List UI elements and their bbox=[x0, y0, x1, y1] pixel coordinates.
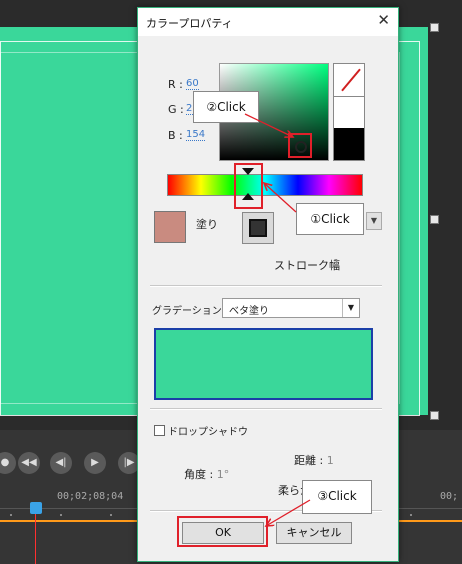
drop-shadow-label: ドロップシャドウ bbox=[168, 427, 248, 438]
red-label: R : bbox=[168, 78, 183, 91]
ruler-tick bbox=[410, 514, 412, 516]
playhead-line bbox=[35, 514, 36, 564]
annotation-box-ok-button bbox=[177, 516, 268, 547]
ruler-tick bbox=[110, 514, 112, 516]
drop-shadow-checkbox[interactable] bbox=[154, 425, 165, 436]
annotation-box-color-cursor bbox=[288, 133, 312, 158]
gradient-select[interactable]: べタ塗り ▼ bbox=[222, 298, 360, 318]
no-color-swatch[interactable] bbox=[334, 64, 364, 97]
resize-handle[interactable] bbox=[430, 23, 439, 32]
green-label: G : bbox=[168, 103, 184, 116]
close-icon[interactable]: ✕ bbox=[377, 11, 390, 29]
gradient-label: グラデーション bbox=[152, 306, 222, 317]
stroke-width-value[interactable]: 1 bbox=[333, 257, 340, 270]
ruler-tick bbox=[60, 514, 62, 516]
playhead-handle[interactable] bbox=[30, 502, 42, 514]
chevron-down-icon[interactable]: ▼ bbox=[342, 299, 359, 317]
annotation-box-hue-marker bbox=[234, 163, 263, 209]
fill-label: 塗り bbox=[196, 218, 218, 231]
blue-value[interactable]: 154 bbox=[186, 129, 206, 141]
distance-value[interactable]: 1 bbox=[327, 454, 334, 467]
dialog-title: カラープロパティ bbox=[146, 17, 233, 30]
step-back-icon[interactable]: ◀| bbox=[50, 452, 72, 474]
gradient-selected-value: べタ塗り bbox=[229, 306, 269, 317]
angle-value[interactable]: 1° bbox=[217, 468, 230, 481]
blue-label: B : bbox=[168, 129, 183, 142]
annotation-label-click3: ③Click bbox=[302, 480, 372, 514]
timecode-label: 00; bbox=[440, 491, 459, 502]
previous-icon[interactable]: ● bbox=[0, 452, 16, 474]
angle-label-text: 角度 : bbox=[184, 468, 214, 481]
resize-handle[interactable] bbox=[430, 411, 439, 420]
fill-style-button[interactable] bbox=[242, 212, 274, 244]
angle-label: 角度 : 1° bbox=[184, 466, 229, 482]
distance-label: 距離 : 1 bbox=[294, 452, 334, 468]
divider bbox=[150, 285, 382, 287]
color-properties-dialog: カラープロパティ ✕ R : 60 G : 215 B : 154 塗り ▼ ス… bbox=[137, 7, 399, 562]
preset-swatches bbox=[333, 63, 365, 161]
chevron-down-icon[interactable]: ▼ bbox=[366, 212, 382, 230]
distance-label-text: 距離 : bbox=[294, 454, 324, 467]
divider bbox=[150, 408, 382, 410]
cancel-button[interactable]: キャンセル bbox=[276, 522, 352, 544]
dialog-titlebar: カラープロパティ ✕ bbox=[138, 8, 398, 36]
stroke-width-label: ストローク幅 bbox=[274, 259, 340, 272]
ruler-tick bbox=[10, 514, 12, 516]
play-icon[interactable]: ▶ bbox=[84, 452, 106, 474]
timecode-label: 00;02;08;04 bbox=[57, 491, 124, 502]
black-swatch[interactable] bbox=[334, 128, 364, 160]
resize-handle[interactable] bbox=[430, 215, 439, 224]
white-swatch[interactable] bbox=[334, 97, 364, 129]
rewind-icon[interactable]: ◀◀ bbox=[18, 452, 40, 474]
gradient-preview bbox=[154, 328, 373, 400]
annotation-label-click1: ①Click bbox=[296, 203, 364, 235]
red-value[interactable]: 60 bbox=[186, 78, 199, 90]
hue-slider[interactable] bbox=[167, 174, 363, 196]
fill-color-swatch[interactable] bbox=[154, 211, 186, 243]
annotation-label-click2: ②Click bbox=[193, 91, 259, 123]
